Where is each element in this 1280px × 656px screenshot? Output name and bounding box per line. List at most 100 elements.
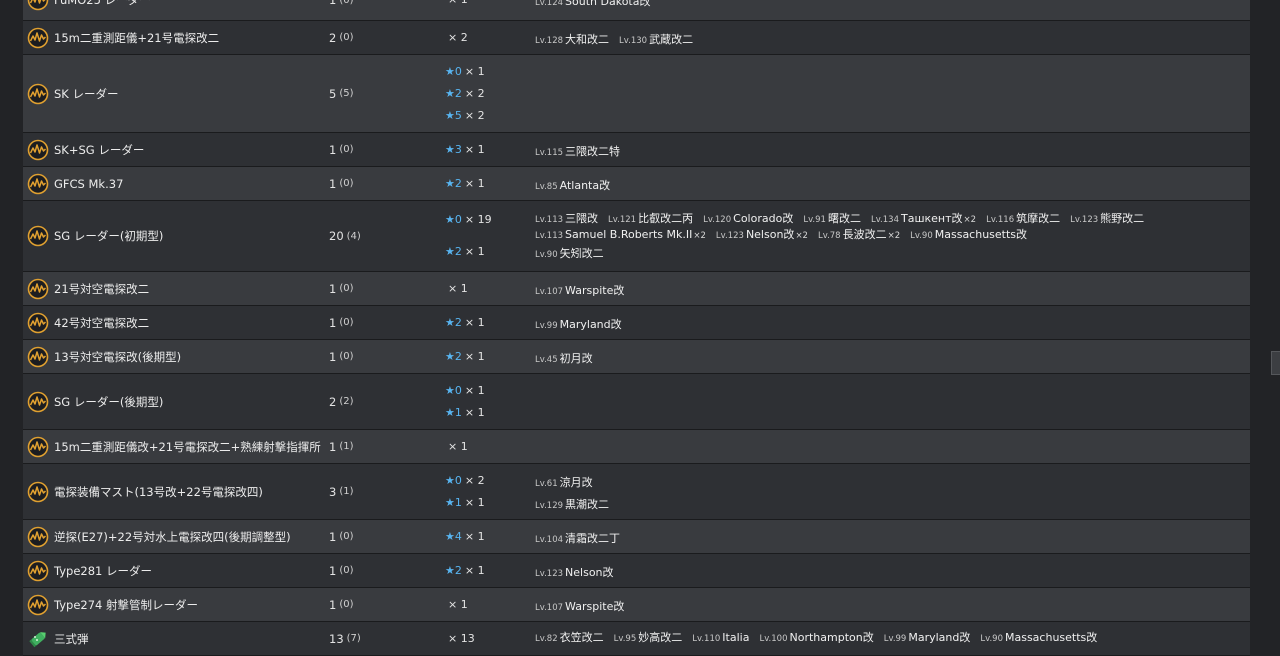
ship-entry[interactable]: Lv.45 初月改 xyxy=(535,349,593,365)
improvement-level: × 1 xyxy=(23,0,535,11)
table-row[interactable]: Type274 射撃管制レーダー 1 (0) × 1 Lv.107 Warspite改 xyxy=(23,588,1250,622)
ship-entry[interactable]: Lv.95 妙高改二 xyxy=(614,628,683,644)
ship-level: Lv.107 xyxy=(535,602,564,613)
table-row[interactable]: 21号対空電探改二 1 (0) × 1 Lv.107 Warspite改 xyxy=(23,272,1250,306)
ship-multiplier: ×2 xyxy=(887,231,901,241)
table-row[interactable]: 15m二重測距儀改+21号電探改二+熟練射撃指揮所 1 (1) × 1 xyxy=(23,430,1250,464)
ship-entry[interactable]: Lv.123 Nelson改×2 xyxy=(716,225,808,241)
ship-entry[interactable]: Lv.116 筑摩改二 xyxy=(986,209,1060,225)
ship-list: Lv.104 清霜改二丁 xyxy=(535,526,1235,545)
improvement-entry: ★2 × 1 Lv.99 Maryland改 xyxy=(23,312,1235,334)
ship-name: Ташкент改 xyxy=(901,212,963,225)
improvement-entry: ★2 × 1 Lv.45 初月改 xyxy=(23,346,1235,368)
ship-list xyxy=(535,105,1235,108)
ship-entry[interactable]: Lv.129 黒潮改二 xyxy=(535,495,609,511)
ship-level: Lv.82 xyxy=(535,633,558,644)
ship-list xyxy=(535,380,1235,383)
entry-count: × 1 xyxy=(464,563,485,577)
table-row[interactable]: 電探装備マスト(13号改+22号電探改四) 3 (1) ★0 × 2 Lv.61 涼月改 ★1… xyxy=(23,464,1250,520)
ship-list: Lv.124 South Dakota改 xyxy=(535,0,1235,8)
improvement-level: × 1 xyxy=(23,594,535,616)
ship-entry[interactable]: Lv.123 熊野改二 xyxy=(1070,209,1144,225)
entry-count: × 1 xyxy=(464,495,485,509)
ship-entry[interactable]: Lv.113 三隈改 xyxy=(535,209,598,225)
entry-count: × 1 xyxy=(448,439,468,453)
ship-entry[interactable]: Lv.90 Massachusetts改 xyxy=(910,225,1027,241)
star-level: ★0 xyxy=(445,473,462,487)
ship-list: Lv.85 Atlanta改 xyxy=(535,173,1235,192)
ship-entry[interactable]: Lv.134 Ташкент改×2 xyxy=(871,209,976,225)
star-level: ★4 xyxy=(445,529,462,543)
table-row[interactable]: SG レーダー(後期型) 2 (2) ★0 × 1 ★1 × 1 xyxy=(23,374,1250,430)
improvement-entry: ★5 × 2 xyxy=(23,105,1235,127)
ship-level: Lv.113 xyxy=(535,231,564,241)
improvement-level: ★4 × 1 xyxy=(23,526,535,548)
ship-entry[interactable]: Lv.130 武蔵改二 xyxy=(619,30,693,46)
ship-name: 清霜改二丁 xyxy=(565,531,621,545)
ship-list: Lv.129 黒潮改二 xyxy=(535,492,1235,511)
ship-entry[interactable]: Lv.104 清霜改二丁 xyxy=(535,529,620,545)
improvement-level: ★1 × 1 xyxy=(23,492,535,514)
ship-list xyxy=(535,61,1235,64)
ship-entry[interactable]: Lv.91 曙改二 xyxy=(803,209,861,225)
ship-entry[interactable]: Lv.78 長波改二×2 xyxy=(818,225,900,241)
ship-level: Lv.123 xyxy=(715,231,744,241)
ship-list: Lv.123 Nelson改 xyxy=(535,560,1235,579)
ship-level: Lv.110 xyxy=(692,633,721,644)
ship-entry[interactable]: Lv.107 Warspite改 xyxy=(535,281,624,297)
ship-entry[interactable]: Lv.90 矢矧改二 xyxy=(535,244,604,260)
table-row[interactable]: 13号対空電探改(後期型) 1 (0) ★2 × 1 Lv.45 初月改 xyxy=(23,340,1250,374)
entry-count: × 1 xyxy=(448,597,468,611)
ship-entry[interactable]: Lv.120 Colorado改 xyxy=(703,209,793,225)
ship-level: Lv.91 xyxy=(803,215,826,225)
ship-list: Lv.45 初月改 xyxy=(535,346,1235,365)
table-row[interactable]: 15m二重測距儀+21号電探改二 2 (0) × 2 Lv.128 大和改二 Lv.130 武… xyxy=(23,21,1250,55)
table-row[interactable]: 逆探(E27)+22号対水上電探改四(後期調整型) 1 (0) ★4 × 1 Lv.104… xyxy=(23,520,1250,554)
ship-name: 筑摩改二 xyxy=(1016,212,1061,225)
table-row[interactable]: 42号対空電探改二 1 (0) ★2 × 1 Lv.99 Maryland改 xyxy=(23,306,1250,340)
star-level: ★2 xyxy=(445,563,462,577)
ship-entry[interactable]: Lv.113 Samuel B.Roberts Mk.II×2 xyxy=(535,225,706,241)
ship-entry[interactable]: Lv.82 衣笠改二 xyxy=(535,628,604,644)
improvement-entry: ★2 × 1 Lv.90 矢矧改二 xyxy=(23,241,1235,263)
ship-entry[interactable]: Lv.61 涼月改 xyxy=(535,473,593,489)
table-row[interactable]: SG レーダー(初期型) 20 (4) ★0 × 19 Lv.113 三隈改 Lv.121 比叡… xyxy=(23,201,1250,272)
ship-name: Warspite改 xyxy=(565,283,625,297)
ship-list: Lv.128 大和改二 Lv.130 武蔵改二 xyxy=(535,27,1235,46)
ship-entry[interactable]: Lv.90 Massachusetts改 xyxy=(980,628,1097,644)
table-row[interactable]: GFCS Mk.37 1 (0) ★2 × 1 Lv.85 Atlanta改 xyxy=(23,167,1250,201)
ship-multiplier: ×2 xyxy=(693,231,706,241)
improvement-level: ★0 × 1 xyxy=(23,61,535,83)
ship-entry[interactable]: Lv.107 Warspite改 xyxy=(535,597,624,613)
ship-entry[interactable]: Lv.99 Maryland改 xyxy=(884,628,971,644)
ship-name: 矢矧改二 xyxy=(559,247,604,260)
ship-entry[interactable]: Lv.124 South Dakota改 xyxy=(535,0,651,8)
ship-entry[interactable]: Lv.128 大和改二 xyxy=(535,30,609,46)
ship-entry[interactable]: Lv.123 Nelson改 xyxy=(535,563,614,579)
table-row[interactable]: SK+SG レーダー 1 (0) ★3 × 1 Lv.115 三隈改二特 xyxy=(23,133,1250,167)
table-row[interactable]: SK レーダー 5 (5) ★0 × 1 ★2 × 2 ★5 × 2 xyxy=(23,55,1250,133)
entry-count: × 1 xyxy=(464,142,485,156)
improvement-entry: × 1 Lv.124South Dakota改 xyxy=(23,0,1235,11)
ship-entry[interactable]: Lv.100 Northampton改 xyxy=(759,628,873,644)
table-row[interactable]: Type281 レーダー 1 (0) ★2 × 1 Lv.123 Nelson改 xyxy=(23,554,1250,588)
ship-entry[interactable]: Lv.115 三隈改二特 xyxy=(535,142,620,158)
ship-entry[interactable]: Lv.99 Maryland改 xyxy=(535,315,622,331)
improvement-entry: ★3 × 1 Lv.115 三隈改二特 xyxy=(23,139,1235,161)
table-row[interactable]: 三式弾 13 (7) × 13 Lv.82 衣笠改二 Lv.95 妙高改二 Lv.110 Ital… xyxy=(23,622,1250,656)
scroll-handle[interactable] xyxy=(1271,351,1280,375)
ship-name: 熊野改二 xyxy=(1100,212,1145,225)
improvement-level: ★2 × 2 xyxy=(23,83,535,105)
entry-count: × 1 xyxy=(464,529,485,543)
ship-list xyxy=(535,436,1235,439)
ship-entry[interactable]: Lv.121 比叡改二丙 xyxy=(608,209,693,225)
table-row[interactable]: FuMO25 レーダー1(0)× 1Lv.124South Dakota改 xyxy=(23,0,1250,21)
entry-count: × 1 xyxy=(448,281,468,295)
ship-level: Lv.90 xyxy=(535,250,558,260)
ship-level: Lv.90 xyxy=(980,633,1003,644)
ship-list: Lv.90 矢矧改二 xyxy=(535,241,1235,260)
entry-count: × 2 xyxy=(448,30,468,44)
improvement-entry: × 1 xyxy=(23,436,1235,458)
ship-entry[interactable]: Lv.110 Italia xyxy=(692,628,749,644)
ship-entry[interactable]: Lv.85 Atlanta改 xyxy=(535,176,610,192)
